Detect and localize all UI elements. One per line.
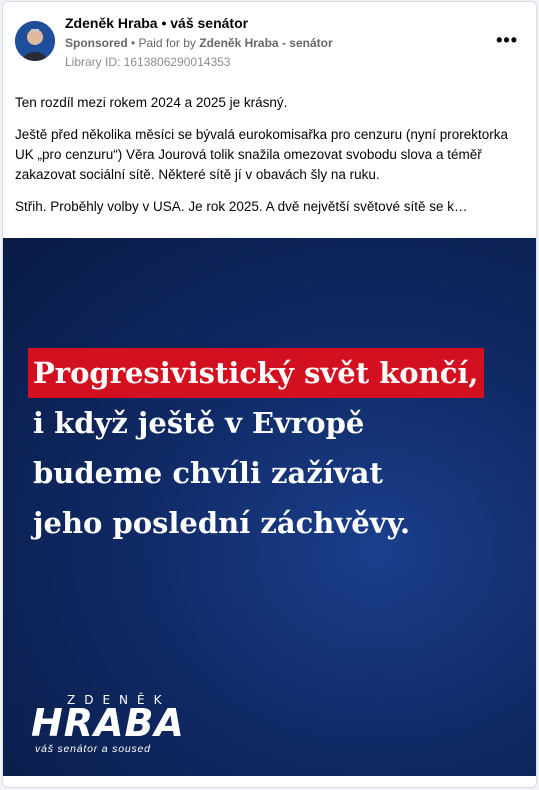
sponsor-line: Sponsored • Paid for by Zdeněk Hraba - s… (65, 36, 333, 50)
page-avatar[interactable] (15, 21, 55, 61)
sponsored-label: Sponsored (65, 36, 128, 50)
ad-creative-image[interactable]: Progresivistický svět končí, i když ješt… (3, 238, 536, 776)
post-paragraph[interactable]: Střih. Proběhly volby v USA. Je rok 2025… (15, 197, 520, 217)
post-paragraph: Ještě před několika měsíci se bývalá eur… (15, 127, 508, 182)
post-text: Ten rozdíl mezi rokem 2024 a 2025 je krá… (15, 93, 520, 229)
headline-line: jeho poslední záchvěvy. (33, 506, 411, 540)
brand-tagline: váš senátor a soused (35, 743, 151, 755)
brand-last-name: HRABA (31, 701, 185, 745)
more-options-button[interactable]: ••• (496, 31, 518, 49)
paid-for-prefix: • Paid for by (127, 36, 200, 50)
payer-link[interactable]: Zdeněk Hraba - senátor (199, 36, 332, 50)
person-avatar-icon (15, 21, 55, 61)
ad-card: Zdeněk Hraba • váš senátor Sponsored • P… (2, 1, 537, 788)
headline-line: budeme chvíli zažívat (33, 456, 383, 490)
post-paragraph: Ten rozdíl mezi rokem 2024 a 2025 je krá… (15, 95, 288, 110)
headline-line-highlighted: Progresivistický svět končí, (28, 348, 484, 398)
page-name[interactable]: Zdeněk Hraba • váš senátor (65, 15, 248, 31)
library-id: Library ID: 1613806290014353 (65, 55, 231, 69)
creative-headline: Progresivistický svět končí, i když ješt… (28, 348, 484, 548)
headline-line: i když ještě v Evropě (33, 406, 365, 440)
ellipsis-icon: ••• (496, 30, 518, 50)
